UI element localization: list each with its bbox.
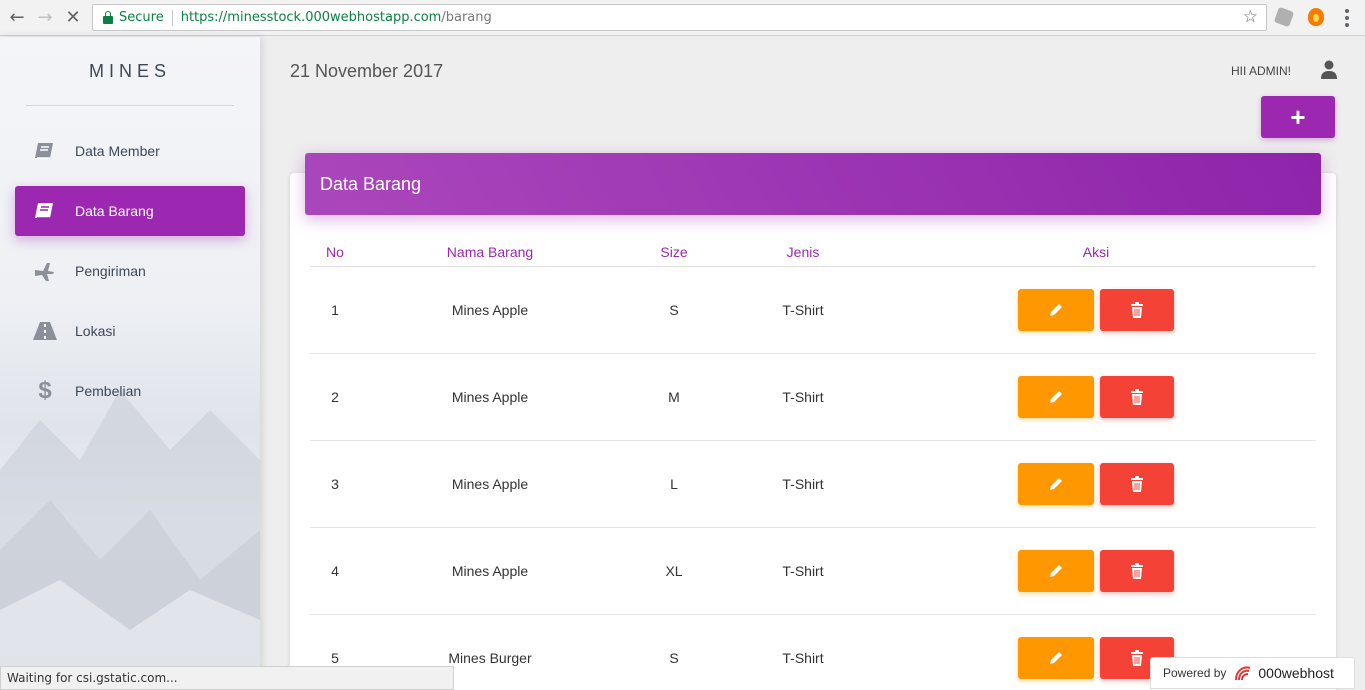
dollar-icon: $ [38,377,52,404]
delete-button[interactable] [1100,289,1174,331]
sidebar-item-pengiriman[interactable]: Pengiriman [15,246,245,296]
cell-size: L [670,476,678,492]
cell-jenis: T-Shirt [782,389,824,405]
pencil-icon [1050,391,1062,403]
delete-button[interactable] [1100,376,1174,418]
sidebar-item-label: Pembelian [75,383,142,399]
book-icon [30,136,60,166]
card-header: Data Barang [305,153,1321,215]
cell-jenis: T-Shirt [782,476,824,492]
host-brand-name: 000webhost [1258,665,1334,681]
pencil-icon [1050,478,1062,490]
cell-nama-barang: Mines Apple [451,563,529,579]
powered-by-label: Powered by [1163,666,1227,680]
extension-fire-icon[interactable] [1308,8,1324,26]
sidebar-item-label: Lokasi [75,323,116,339]
secure-label: Secure [119,10,164,25]
browser-status-bar: Waiting for csi.gstatic.com... [0,666,454,690]
user-greeting: HII ADMIN! [1231,64,1292,78]
sidebar-item-pembelian[interactable]: $ Pembelian [15,366,245,416]
cell-no: 1 [331,302,339,318]
cell-size: S [669,650,679,666]
cell-nama-barang: Mines Apple [451,476,529,492]
trash-icon [1131,302,1143,318]
cell-size: S [669,302,679,318]
edit-button[interactable] [1018,289,1094,331]
edit-button[interactable] [1018,637,1094,679]
sidebar-item-label: Pengiriman [75,263,146,279]
cell-jenis: T-Shirt [782,650,824,666]
url-host: https://minesstock.000webhostapp.com [180,10,442,25]
edit-button[interactable] [1018,463,1094,505]
cell-nama-barang: Mines Apple [451,389,529,405]
browser-toolbar: ← → ✕ Secure https://minesstock.000webho… [0,0,1365,36]
delete-button[interactable] [1100,550,1174,592]
trash-icon [1131,389,1143,405]
cell-no: 3 [331,476,339,492]
column-header-size: Size [660,244,688,260]
cell-no: 2 [331,389,339,405]
column-header-no: No [326,244,344,260]
cell-nama-barang: Mines Burger [448,650,532,666]
cell-jenis: T-Shirt [782,302,824,318]
edit-button[interactable] [1018,376,1094,418]
address-bar[interactable]: Secure https://minesstock.000webhostapp.… [92,4,1267,31]
delete-button[interactable] [1100,463,1174,505]
000webhost-logo-icon [1235,666,1251,681]
cell-size: M [668,389,680,405]
book-icon [30,196,60,226]
road-icon [30,316,60,346]
sidebar-item-label: Data Member [75,143,160,159]
cell-no: 5 [331,650,339,666]
sidebar: MINES Data Member Data Barang Pengiriman… [0,37,260,690]
powered-by-badge[interactable]: Powered by 000webhost [1150,657,1355,689]
bookmark-star-icon[interactable]: ☆ [1243,7,1258,27]
trash-icon [1131,476,1143,492]
pencil-icon [1050,565,1062,577]
page-date: 21 November 2017 [290,61,444,81]
edit-button[interactable] [1018,550,1094,592]
sidebar-item-label: Data Barang [75,203,154,219]
browser-menu-icon[interactable] [1345,9,1349,27]
trash-icon [1131,563,1143,579]
brand-logo[interactable]: MINES [0,61,260,82]
stop-loading-button[interactable]: ✕ [62,6,84,28]
cell-no: 4 [331,563,339,579]
url-path: /barang [441,10,492,25]
divider [26,105,234,106]
column-header-aksi: Aksi [1082,244,1110,260]
column-header-jenis: Jenis [786,244,820,260]
user-icon[interactable] [1321,60,1337,80]
pencil-icon [1050,304,1062,316]
cell-jenis: T-Shirt [782,563,824,579]
extension-icon[interactable] [1273,6,1295,28]
cell-size: XL [665,563,683,579]
cell-nama-barang: Mines Apple [451,302,529,318]
airplane-icon [30,256,60,286]
column-header-nama-barang: Nama Barang [446,244,534,260]
add-item-button[interactable]: + [1261,96,1335,138]
forward-button[interactable]: → [34,6,56,28]
sidebar-item-data-barang[interactable]: Data Barang [15,186,245,236]
sidebar-item-data-member[interactable]: Data Member [15,126,245,176]
sidebar-item-lokasi[interactable]: Lokasi [15,306,245,356]
back-button[interactable]: ← [6,6,28,28]
pencil-icon [1050,652,1062,664]
lock-icon [103,10,113,24]
card-title: Data Barang [320,173,422,194]
trash-icon [1131,650,1143,666]
